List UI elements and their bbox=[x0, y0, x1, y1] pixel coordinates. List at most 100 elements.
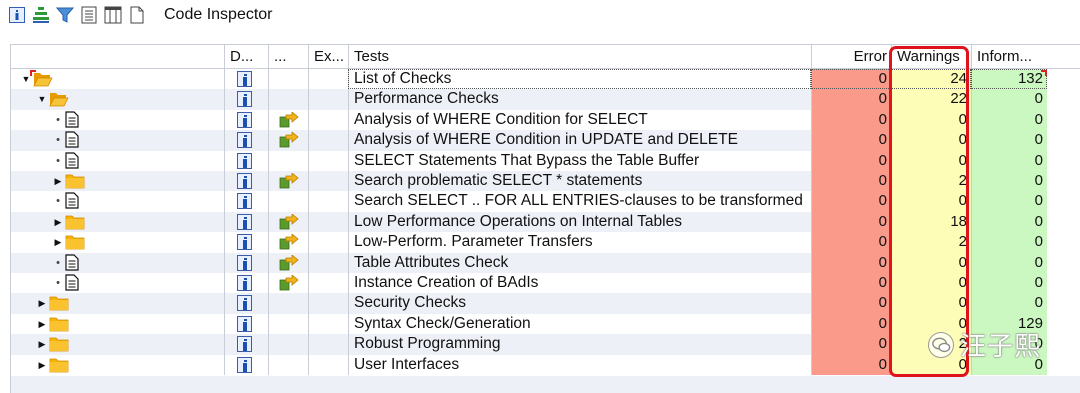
tree-node-cell[interactable]: • bbox=[11, 253, 224, 273]
expand-arrow-icon[interactable]: ▶ bbox=[53, 212, 63, 232]
columns-icon[interactable] bbox=[104, 6, 122, 24]
tree-row[interactable]: ▼ Performance Checks 0 22 0 bbox=[11, 89, 1080, 110]
information-count: 0 bbox=[971, 109, 1047, 131]
test-name[interactable]: User Interfaces bbox=[348, 354, 811, 375]
navigate-arrow-icon[interactable] bbox=[279, 274, 299, 291]
test-name[interactable]: Analysis of WHERE Condition for SELECT bbox=[348, 109, 811, 131]
column-header-error[interactable]: Error bbox=[811, 45, 891, 69]
test-name[interactable]: Search problematic SELECT * statements bbox=[348, 171, 811, 192]
test-name[interactable]: Security Checks bbox=[348, 293, 811, 314]
navigate-arrow-icon[interactable] bbox=[279, 110, 299, 128]
information-count: 132 bbox=[971, 69, 1047, 90]
test-name[interactable]: Syntax Check/Generation bbox=[348, 313, 811, 335]
info-icon[interactable] bbox=[8, 6, 26, 24]
column-header-ex[interactable]: Ex... bbox=[308, 45, 348, 69]
document-icon[interactable] bbox=[80, 6, 98, 24]
test-name[interactable]: Robust Programming bbox=[348, 334, 811, 355]
tree-row[interactable]: • Search SELECT .. FOR ALL ENTRIES-clause… bbox=[11, 191, 1080, 212]
test-name[interactable]: Low-Perform. Parameter Transfers bbox=[348, 232, 811, 253]
tree-node-cell[interactable]: ▼ bbox=[11, 69, 224, 89]
warning-count: 2 bbox=[891, 171, 971, 192]
navigate-arrow-icon[interactable] bbox=[279, 233, 299, 250]
tree-row[interactable]: ▶ Security Checks 0 0 0 bbox=[11, 293, 1080, 314]
tree-node-cell[interactable]: ▶ bbox=[11, 314, 224, 334]
page-icon[interactable] bbox=[128, 6, 146, 24]
tree-row[interactable]: ▶ Low-Perform. Parameter Transfers 0 2 0 bbox=[11, 232, 1080, 253]
test-name[interactable]: SELECT Statements That Bypass the Table … bbox=[348, 150, 811, 171]
tree-node-cell[interactable]: ▶ bbox=[11, 293, 224, 313]
info-icon[interactable] bbox=[237, 173, 252, 189]
info-icon[interactable] bbox=[237, 213, 252, 230]
navigate-arrow-icon[interactable] bbox=[279, 212, 299, 230]
document-icon bbox=[65, 192, 85, 210]
test-name[interactable]: Table Attributes Check bbox=[348, 252, 811, 273]
info-icon[interactable] bbox=[237, 132, 252, 149]
info-icon[interactable] bbox=[237, 315, 252, 332]
navigate-arrow-icon[interactable] bbox=[279, 253, 299, 271]
expand-arrow-icon[interactable]: ▶ bbox=[37, 334, 47, 354]
error-count: 0 bbox=[811, 211, 891, 233]
test-name[interactable]: Performance Checks bbox=[348, 89, 811, 110]
info-icon[interactable] bbox=[237, 193, 252, 210]
tree-row[interactable]: ▶ Syntax Check/Generation 0 0 129 bbox=[11, 313, 1080, 335]
tree-node-cell[interactable]: ▶ bbox=[11, 334, 224, 354]
test-name[interactable]: List of Checks bbox=[348, 69, 811, 90]
expand-arrow-icon[interactable]: ▶ bbox=[37, 355, 47, 375]
column-header-d[interactable]: D... bbox=[224, 45, 268, 69]
tree-row[interactable]: ▶ Low Performance Operations on Internal … bbox=[11, 211, 1080, 233]
tree-row[interactable]: • Analysis of WHERE Condition in UPDATE a… bbox=[11, 130, 1080, 151]
info-icon[interactable] bbox=[237, 234, 252, 251]
column-header-tests[interactable]: Tests bbox=[348, 45, 811, 69]
tree-node-cell[interactable]: ▶ bbox=[11, 232, 224, 252]
expand-arrow-icon[interactable]: ▶ bbox=[53, 232, 63, 252]
tree-node-cell[interactable]: • bbox=[11, 273, 224, 293]
column-header-warnings[interactable]: Warnings bbox=[891, 45, 971, 69]
info-icon[interactable] bbox=[237, 356, 252, 373]
tree-row[interactable]: • Table Attributes Check 0 0 0 bbox=[11, 252, 1080, 273]
documentation-cell bbox=[224, 191, 268, 212]
tree-row[interactable]: ▶ Search problematic SELECT * statements 0… bbox=[11, 171, 1080, 192]
tree-node-cell[interactable]: ▼ bbox=[11, 89, 224, 109]
expand-arrow-icon[interactable]: ▶ bbox=[37, 314, 47, 334]
document-icon bbox=[65, 111, 85, 129]
error-count: 0 bbox=[811, 293, 891, 314]
info-icon[interactable] bbox=[237, 336, 252, 353]
info-icon[interactable] bbox=[237, 254, 252, 271]
test-name[interactable]: Search SELECT .. FOR ALL ENTRIES-clauses… bbox=[348, 191, 811, 212]
tree-node-cell[interactable]: • bbox=[11, 130, 224, 150]
collapse-arrow-icon[interactable]: ▼ bbox=[37, 89, 47, 109]
tree-node-cell[interactable]: • bbox=[11, 151, 224, 171]
information-count: 0 bbox=[971, 232, 1047, 253]
navigate-arrow-icon[interactable] bbox=[279, 172, 299, 189]
navigate-arrow-icon[interactable] bbox=[279, 131, 299, 148]
tree-node-cell[interactable]: ▶ bbox=[11, 212, 224, 232]
tree-row[interactable]: • SELECT Statements That Bypass the Table… bbox=[11, 150, 1080, 171]
document-icon bbox=[65, 253, 85, 272]
column-header-info[interactable]: Inform... bbox=[971, 45, 1047, 69]
filter-icon[interactable] bbox=[56, 6, 74, 24]
info-icon[interactable] bbox=[237, 152, 252, 169]
tree-row[interactable]: • Instance Creation of BAdIs 0 0 0 bbox=[11, 273, 1080, 294]
info-icon[interactable] bbox=[237, 275, 252, 291]
test-name[interactable]: Instance Creation of BAdIs bbox=[348, 273, 811, 294]
tree-node-cell[interactable]: • bbox=[11, 110, 224, 130]
info-icon[interactable] bbox=[237, 295, 252, 312]
info-icon[interactable] bbox=[237, 71, 252, 87]
tree-row[interactable]: ▼ List of Checks 0 24 132 bbox=[11, 69, 1080, 90]
tree-column-header[interactable] bbox=[11, 45, 224, 69]
tree-row[interactable]: • Analysis of WHERE Condition for SELECT 0… bbox=[11, 109, 1080, 131]
column-header-dots[interactable]: ... bbox=[268, 45, 308, 69]
test-name[interactable]: Low Performance Operations on Internal T… bbox=[348, 211, 811, 233]
tree-node-cell[interactable]: • bbox=[11, 191, 224, 211]
info-icon[interactable] bbox=[237, 111, 252, 128]
tree-node-cell[interactable]: ▶ bbox=[11, 355, 224, 375]
test-name[interactable]: Analysis of WHERE Condition in UPDATE an… bbox=[348, 130, 811, 151]
tree-node-cell[interactable]: ▶ bbox=[11, 171, 224, 191]
tree-row[interactable]: ▶ Robust Programming 0 2 0 bbox=[11, 334, 1080, 355]
hierarchy-icon[interactable] bbox=[32, 6, 50, 24]
tree-row[interactable]: ▶ User Interfaces 0 0 0 bbox=[11, 354, 1080, 375]
info-icon[interactable] bbox=[237, 91, 252, 108]
expand-arrow-icon[interactable]: ▶ bbox=[37, 293, 47, 313]
error-count: 0 bbox=[811, 232, 891, 253]
expand-arrow-icon[interactable]: ▶ bbox=[53, 171, 63, 191]
